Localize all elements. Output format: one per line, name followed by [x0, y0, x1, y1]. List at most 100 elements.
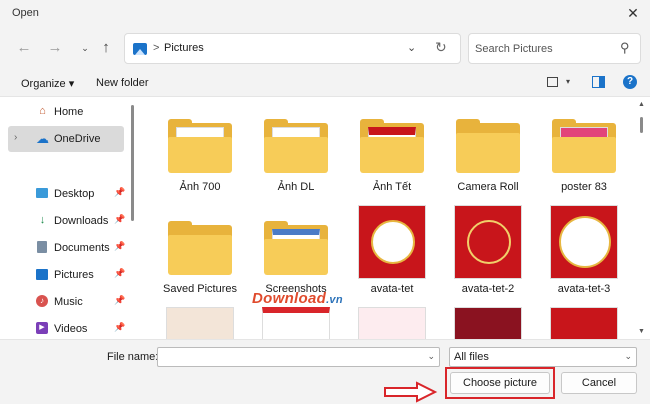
breadcrumb-pictures[interactable]: Pictures [164, 42, 204, 54]
file-tile[interactable]: poster 83 [541, 99, 627, 197]
image-thumbnail [258, 307, 334, 340]
music-icon: ♪ [36, 295, 49, 308]
search-input[interactable] [475, 40, 615, 58]
navigation-bar: ← → ⌄ ↑ > Pictures ⌄ ↻ ⚲ [0, 30, 650, 66]
arrow-left-icon[interactable]: ← [14, 38, 34, 58]
sidebar-item-music[interactable]: ♪ Music 📌 [12, 289, 125, 315]
choose-picture-button[interactable]: Choose picture [450, 372, 550, 394]
pin-icon[interactable]: 📌 [114, 214, 125, 225]
file-name: Saved Pictures [163, 283, 237, 295]
image-thumbnail [354, 307, 430, 340]
pictures-icon [36, 268, 49, 281]
image-thumbnail [354, 205, 430, 283]
preview-pane-icon[interactable] [592, 76, 605, 88]
file-tile[interactable] [541, 303, 627, 340]
folder-icon [450, 115, 526, 175]
sidebar-item-desktop[interactable]: Desktop 📌 [12, 181, 125, 207]
image-thumbnail [546, 205, 622, 283]
file-name: Ảnh Tết [372, 181, 412, 193]
pin-icon[interactable]: 📌 [114, 322, 125, 333]
arrow-right-icon[interactable]: → [45, 38, 65, 58]
file-tile[interactable]: Ảnh 700 [157, 99, 243, 197]
scrollbar-thumb[interactable] [640, 117, 643, 133]
open-dialog: Open ✕ ← → ⌄ ↑ > Pictures ⌄ ↻ ⚲ Organize… [0, 0, 650, 404]
file-tile[interactable]: Saved Pictures [157, 201, 243, 299]
document-icon [36, 241, 49, 254]
file-type-select[interactable]: All files ⌄ [449, 347, 637, 367]
file-tile[interactable] [253, 303, 339, 340]
folder-icon [162, 217, 238, 277]
sidebar-scrollbar[interactable] [130, 97, 136, 340]
file-name: Camera Roll [457, 181, 519, 193]
file-name-input[interactable] [162, 350, 417, 364]
address-bar[interactable]: > Pictures ⌄ ↻ [124, 33, 461, 64]
refresh-icon[interactable]: ↻ [435, 39, 447, 56]
file-tile[interactable]: Ảnh Tết [349, 99, 435, 197]
arrow-right-icon [384, 381, 438, 403]
sidebar-item-onedrive[interactable]: › ☁ OneDrive [8, 126, 124, 152]
chevron-down-icon[interactable]: ⌄ [75, 38, 95, 58]
chevron-down-icon[interactable]: ⌄ [624, 351, 632, 362]
image-thumbnail [450, 205, 526, 283]
content-scrollbar[interactable]: ▲ ▼ [638, 97, 646, 340]
help-icon[interactable]: ? [623, 75, 637, 89]
file-tile[interactable]: avata-tet-3 [541, 201, 627, 299]
sidebar-item-pictures[interactable]: Pictures 📌 [12, 262, 125, 288]
dialog-footer: File name: ⌄ All files ⌄ Choose picture … [0, 339, 650, 404]
chevron-right-icon[interactable]: › [14, 132, 17, 143]
chevron-down-icon[interactable]: ▾ [566, 77, 570, 86]
pin-icon[interactable]: 📌 [114, 187, 125, 198]
file-tile[interactable] [349, 303, 435, 340]
navigation-pane: ⌂ Home › ☁ OneDrive Desktop 📌 ↓ Download… [0, 97, 138, 340]
new-folder-button[interactable]: New folder [96, 77, 149, 89]
file-tile[interactable]: avata-tet [349, 201, 435, 299]
search-icon[interactable]: ⚲ [620, 40, 630, 56]
cancel-button[interactable]: Cancel [561, 372, 637, 394]
file-name: poster 83 [561, 181, 607, 193]
watermark-logo: Download.vn [252, 290, 343, 307]
folder-icon [162, 115, 238, 175]
sidebar-item-label: Music [54, 296, 83, 308]
video-icon: ▶ [36, 322, 49, 335]
sidebar-item-label: Desktop [54, 188, 95, 200]
file-name: avata-tet-3 [557, 283, 611, 295]
command-bar: Organize ▾ New folder ▾ ? [0, 72, 650, 96]
arrow-up-icon[interactable]: ↑ [96, 38, 116, 58]
chevron-down-icon[interactable]: ⌄ [407, 41, 416, 54]
home-icon: ⌂ [39, 105, 46, 117]
sidebar-item-home[interactable]: ⌂ Home [12, 99, 124, 125]
file-name: Ảnh 700 [179, 181, 221, 193]
scrollbar-thumb[interactable] [131, 105, 134, 221]
scroll-down-icon[interactable]: ▼ [638, 328, 645, 335]
window-title: Open [12, 7, 39, 19]
file-tile[interactable]: Screenshots [253, 201, 339, 299]
pin-icon[interactable]: 📌 [114, 268, 125, 279]
pictures-icon [133, 43, 147, 55]
file-name-field[interactable]: ⌄ [157, 347, 440, 367]
pin-icon[interactable]: 📌 [114, 295, 125, 306]
file-tile[interactable] [445, 303, 531, 340]
title-bar: Open ✕ [0, 0, 650, 26]
file-tile[interactable]: avata-tet-2 [445, 201, 531, 299]
organize-button[interactable]: Organize ▾ [21, 77, 74, 90]
sidebar-item-downloads[interactable]: ↓ Downloads 📌 [12, 208, 125, 234]
search-box[interactable]: ⚲ [468, 33, 641, 64]
sidebar-item-label: Pictures [54, 269, 94, 281]
folder-icon [546, 115, 622, 175]
sidebar-item-videos[interactable]: ▶ Videos 📌 [12, 316, 125, 340]
sidebar-item-documents[interactable]: Documents 📌 [12, 235, 125, 261]
file-list: Ảnh 700 Ảnh DL Ảnh Tết Camera Roll poste… [140, 97, 635, 340]
sidebar-item-label: Downloads [54, 215, 109, 227]
scroll-up-icon[interactable]: ▲ [638, 101, 645, 108]
download-icon: ↓ [39, 214, 46, 226]
file-tile[interactable] [157, 303, 243, 340]
view-icon[interactable] [547, 77, 558, 87]
close-icon[interactable]: ✕ [622, 3, 644, 23]
file-name-label: File name: [107, 351, 159, 363]
file-tile[interactable]: Ảnh DL [253, 99, 339, 197]
pin-icon[interactable]: 📌 [114, 241, 125, 252]
chevron-right-icon[interactable]: > [153, 42, 159, 54]
file-type-value: All files [454, 351, 489, 363]
file-tile[interactable]: Camera Roll [445, 99, 531, 197]
chevron-down-icon[interactable]: ⌄ [427, 351, 435, 362]
